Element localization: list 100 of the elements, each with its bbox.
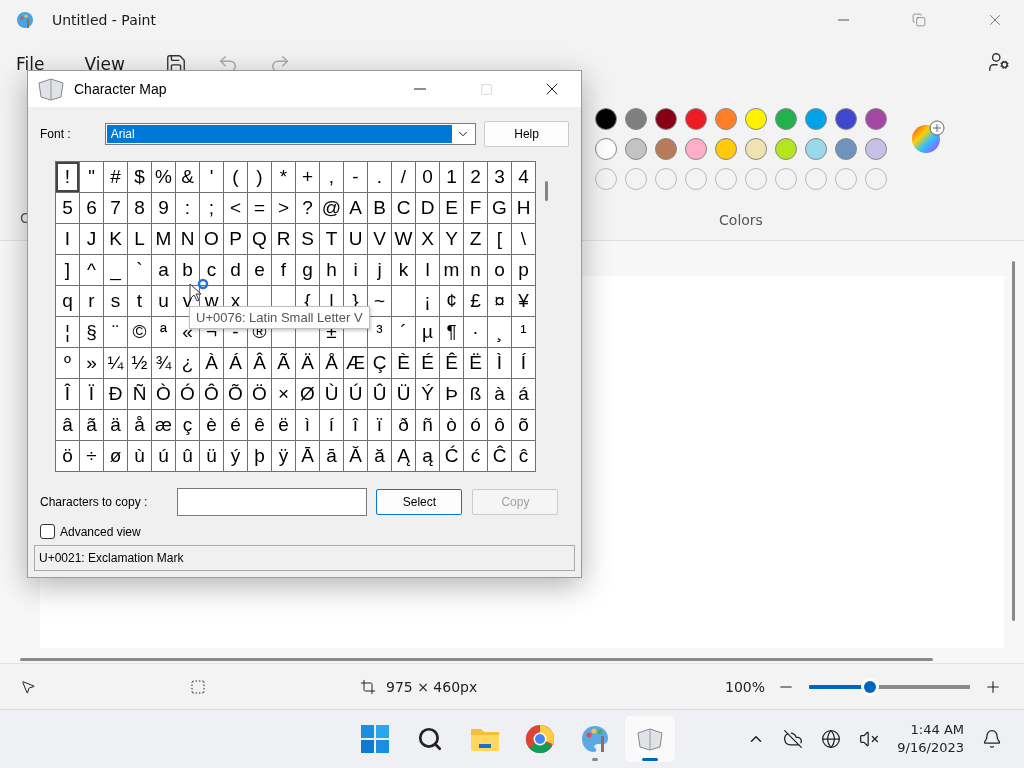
character-cell[interactable]: > [272,193,296,224]
color-swatch[interactable] [715,108,737,130]
color-swatch[interactable] [805,138,827,160]
character-cell[interactable]: ¢ [440,286,464,317]
character-cell[interactable]: F [464,193,488,224]
color-swatch[interactable] [745,108,767,130]
character-cell[interactable]: 1 [440,162,464,193]
color-swatch[interactable] [655,138,677,160]
character-cell[interactable]: r [80,286,104,317]
menu-item[interactable]: View [84,54,125,74]
character-cell[interactable]: ¦ [56,317,80,348]
character-cell[interactable]: µ [416,317,440,348]
character-cell[interactable]: Z [464,224,488,255]
color-swatch[interactable] [775,138,797,160]
character-cell[interactable]: 5 [56,193,80,224]
character-cell[interactable]: á [512,379,536,410]
character-cell[interactable]: 3 [488,162,512,193]
character-cell[interactable]: / [392,162,416,193]
character-cell[interactable]: ! [56,162,80,193]
character-cell[interactable]: Í [512,348,536,379]
character-cell[interactable]: ć [464,441,488,472]
character-cell[interactable]: q [56,286,80,317]
speaker-muted-icon[interactable] [859,729,880,749]
checkbox[interactable] [40,524,55,539]
character-cell[interactable]: ā [320,441,344,472]
character-cell[interactable]: ì [296,410,320,441]
color-swatch[interactable] [835,138,857,160]
character-cell[interactable]: j [368,255,392,286]
character-cell[interactable]: Î [56,379,80,410]
character-cell[interactable]: Ô [200,379,224,410]
color-swatch[interactable] [595,108,617,130]
character-cell[interactable]: ¤ [488,286,512,317]
character-cell[interactable]: s [104,286,128,317]
character-cell[interactable]: × [272,379,296,410]
character-cell[interactable]: X [416,224,440,255]
character-cell[interactable]: Ï [80,379,104,410]
character-cell[interactable]: ñ [416,410,440,441]
character-cell[interactable]: à [488,379,512,410]
character-cell[interactable]: À [200,348,224,379]
character-cell[interactable]: ï [368,410,392,441]
character-cell[interactable]: 2 [464,162,488,193]
character-cell[interactable]: Ç [368,348,392,379]
character-cell[interactable]: O [200,224,224,255]
character-cell[interactable]: Ò [152,379,176,410]
character-cell[interactable]: 8 [128,193,152,224]
character-cell[interactable]: û [176,441,200,472]
character-cell[interactable]: Ā [296,441,320,472]
character-cell[interactable]: £ [464,286,488,317]
clock[interactable]: 1:44 AM 9/16/2023 [897,721,964,757]
character-cell[interactable]: ô [488,410,512,441]
cloud-off-icon[interactable] [783,729,804,749]
character-cell[interactable]: É [416,348,440,379]
character-cell[interactable]: [ [488,224,512,255]
character-cell[interactable]: " [80,162,104,193]
color-swatch[interactable] [835,108,857,130]
character-cell[interactable]: ö [56,441,80,472]
character-cell[interactable]: k [392,255,416,286]
character-cell[interactable]: ' [200,162,224,193]
color-swatch[interactable] [685,108,707,130]
color-swatch[interactable] [865,108,887,130]
character-cell[interactable]: ó [464,410,488,441]
character-cell[interactable]: ¸ [488,317,512,348]
character-cell[interactable]: ) [248,162,272,193]
character-cell[interactable]: Ø [296,379,320,410]
scrollbar-thumb[interactable] [545,181,548,201]
color-wheel-icon[interactable] [911,120,945,154]
character-cell[interactable]: ½ [128,348,152,379]
character-cell[interactable]: Õ [224,379,248,410]
character-cell[interactable]: ą [416,441,440,472]
character-cell[interactable]: C [392,193,416,224]
character-cell[interactable]: ø [104,441,128,472]
character-cell[interactable]: i [344,255,368,286]
character-cell[interactable]: H [512,193,536,224]
character-cell[interactable]: Ì [488,348,512,379]
character-cell[interactable]: ` [128,255,152,286]
color-swatch[interactable] [595,138,617,160]
select-button[interactable]: Select [376,489,463,515]
color-swatch[interactable] [775,108,797,130]
character-cell[interactable]: ; [200,193,224,224]
character-cell[interactable]: * [272,162,296,193]
character-cell[interactable]: L [128,224,152,255]
character-cell[interactable]: P [224,224,248,255]
character-cell[interactable]: B [368,193,392,224]
character-cell[interactable]: 0 [416,162,440,193]
character-cell[interactable]: D [416,193,440,224]
character-cell[interactable]: S [296,224,320,255]
notification-bell-icon[interactable] [982,729,1002,749]
character-cell[interactable]: = [248,193,272,224]
character-cell[interactable]: J [80,224,104,255]
character-cell[interactable]: @ [320,193,344,224]
character-cell[interactable]: ¡ [416,286,440,317]
character-cell[interactable]: é [224,410,248,441]
character-cell[interactable]: 7 [104,193,128,224]
character-cell[interactable]: ä [104,410,128,441]
character-cell[interactable]: · [464,317,488,348]
character-cell[interactable]: t [128,286,152,317]
character-cell[interactable]: È [392,348,416,379]
character-cell[interactable]: & [176,162,200,193]
character-cell[interactable]: Û [368,379,392,410]
character-cell[interactable]: Ć [440,441,464,472]
